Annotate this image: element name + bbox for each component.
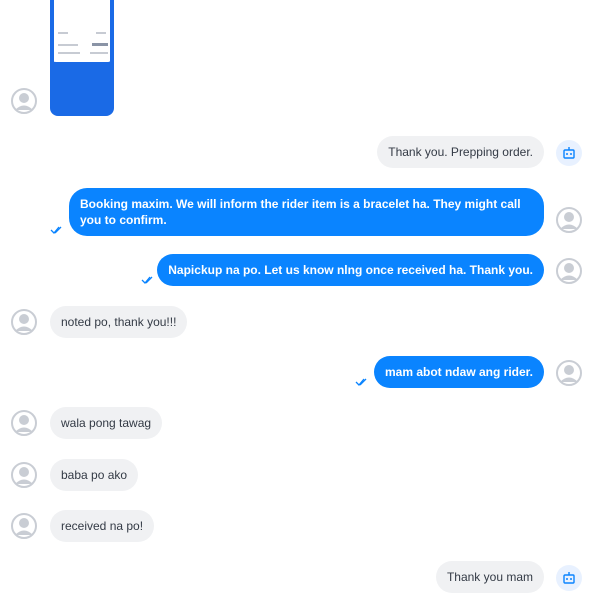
receipt-edge <box>54 60 110 64</box>
message-bubble: received na po! <box>50 510 155 542</box>
chat-thread: Thank you. Prepping order. Booking maxim… <box>0 0 595 595</box>
bot-avatar <box>556 140 582 166</box>
customer-avatar <box>11 513 37 539</box>
message-bubble: baba po ako <box>50 459 139 491</box>
agent-avatar <box>556 207 582 233</box>
agent-avatar <box>556 258 582 284</box>
message-row: Napickup na po. Let us know nlng once re… <box>0 254 595 286</box>
seen-checkmark-icon <box>355 378 367 386</box>
message-row: mam abot ndaw ang rider. <box>0 356 595 388</box>
message-row: Thank you. Prepping order. <box>0 136 595 170</box>
receipt-screenshot <box>54 0 110 62</box>
message-bubble: wala pong tawag <box>50 407 163 439</box>
message-bubble: Booking maxim. We will inform the rider … <box>69 188 544 236</box>
seen-checkmark-icon <box>50 226 62 234</box>
message-bubble: Napickup na po. Let us know nlng once re… <box>157 254 544 286</box>
seen-checkmark-icon <box>141 276 153 284</box>
customer-avatar <box>11 88 37 114</box>
customer-avatar <box>11 462 37 488</box>
message-bubble: mam abot ndaw ang rider. <box>373 356 544 388</box>
image-attachment[interactable] <box>50 0 114 116</box>
message-row: baba po ako <box>0 459 595 491</box>
robot-icon <box>563 572 575 584</box>
message-row: noted po, thank you!!! <box>0 306 595 338</box>
message-row-attachment <box>0 0 595 120</box>
customer-avatar <box>11 309 37 335</box>
bot-avatar <box>556 565 582 591</box>
message-row: received na po! <box>0 510 595 542</box>
message-bubble: noted po, thank you!!! <box>50 306 188 338</box>
agent-avatar <box>556 360 582 386</box>
customer-avatar <box>11 410 37 436</box>
message-row: Thank you mam <box>0 561 595 593</box>
message-bubble: Thank you mam <box>435 561 544 593</box>
message-bubble: Thank you. Prepping order. <box>377 136 544 168</box>
message-row: wala pong tawag <box>0 407 595 439</box>
message-row: Booking maxim. We will inform the rider … <box>0 188 595 236</box>
robot-icon <box>563 147 575 159</box>
